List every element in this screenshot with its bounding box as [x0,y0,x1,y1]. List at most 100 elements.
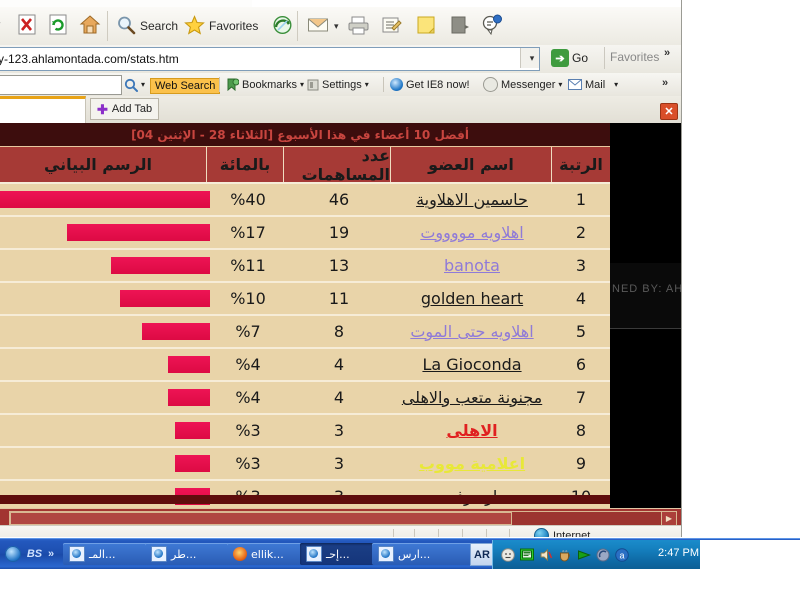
search-button-label: Search [140,19,179,33]
toolbar-search-input[interactable] [0,75,122,95]
home-icon [79,14,101,38]
member-link[interactable]: golden heart [421,289,523,308]
mail-button[interactable]: ▾ [303,11,343,41]
get-ie8-button[interactable]: Get IE8 now! [390,76,470,93]
member-link[interactable]: حاسمين الاهلاوية [416,190,528,209]
media-play-tray-icon[interactable] [576,547,591,562]
column-header-rank: الرتبة [551,147,610,182]
messenger-icon [483,77,498,92]
home-button[interactable] [75,11,105,41]
back-forward-caret[interactable]: ▾ [0,19,1,30]
searchbar-overflow-chevron[interactable]: » [662,77,668,89]
taskbar-button[interactable]: ارس... [372,543,474,565]
table-row: 5 اهلاويه حتى الموت 8 %7 [0,314,610,347]
tab-active[interactable] [0,96,86,123]
settings-label: Settings [322,78,362,91]
quicklaunch-ie-icon[interactable] [4,546,21,563]
mail-caret[interactable]: ▾ [334,21,339,32]
toolbar-sep-b [383,77,384,92]
stop-button[interactable] [14,11,41,41]
note-button[interactable] [411,11,441,41]
search-button[interactable]: Search [112,11,182,41]
cell-graph [0,415,210,446]
ie-doc-icon [306,546,322,562]
discuss-button[interactable] [477,11,508,41]
quicklaunch-bs-icon[interactable]: BS [26,546,43,563]
scrollbar-right-arrow[interactable]: ▶ [661,511,677,526]
close-tab-button[interactable]: ✕ [660,103,678,120]
cell-rank: 9 [575,454,587,473]
language-bar[interactable]: AR [470,543,494,566]
mail-menu[interactable]: Mail ▾ [568,76,618,93]
shield-tray-icon[interactable] [595,547,610,562]
go-arrow-icon: ➔ [551,49,569,67]
taskbar-button[interactable]: طر... [145,543,233,565]
web-search-tab[interactable]: Web Search [150,77,221,94]
print-button[interactable] [343,11,374,41]
messenger-label: Messenger [501,78,556,91]
member-link[interactable]: اهلاويه مووووت [420,223,523,242]
designed-by-watermark: NED BY: AH [612,283,681,295]
cell-posts: 4 [333,355,345,374]
system-tray: a 2:47 PM [492,540,708,569]
book-icon [448,15,470,38]
edit-page-button[interactable] [377,11,407,41]
taskbar-button[interactable]: ellik... [227,543,306,565]
display-tray-icon[interactable] [519,547,534,562]
member-link[interactable]: La Gioconda [422,355,521,374]
column-header-posts: عدد المساهمات [283,146,390,184]
member-link[interactable]: banota [444,256,500,275]
add-tab-button[interactable]: ✚ Add Tab [90,98,160,120]
settings-icon [307,79,319,90]
settings-menu[interactable]: Settings ▾ [307,76,369,93]
cell-graph [0,184,210,215]
cell-member-name: مجنونة متعب والاهلى [392,382,552,413]
desktop-screen: ▾ [0,0,800,600]
cell-posts: 3 [333,421,345,440]
member-link[interactable]: اهلاويه حتى الموت [410,322,533,341]
table-row: 1 حاسمين الاهلاوية 46 %40 [0,182,610,215]
addressbar-separator [604,47,605,69]
refresh-button[interactable] [45,11,72,41]
table-row: 4 golden heart 11 %10 [0,281,610,314]
address-input[interactable]: y-123.ahlamontada.com/stats.htm ▾ [0,47,540,71]
printer-icon [347,15,370,38]
ie-doc-icon [151,546,167,562]
cell-posts: 13 [328,256,350,275]
bookmarks-menu[interactable]: Bookmarks ▾ [226,76,304,93]
messenger-tray-icon[interactable] [500,547,515,562]
top-posters-table: أفضل 10 أعضاء في هذا الأسبوع [الثلاثاء 2… [0,123,610,508]
go-button[interactable]: ➔ Go [551,48,588,68]
scrollbar-thumb[interactable] [10,512,512,525]
member-link[interactable]: اعلامية مووب [419,454,525,473]
history-button[interactable] [268,11,297,41]
cell-rank: 4 [575,289,587,308]
taskbar-button[interactable]: المـ... [63,543,151,565]
search-toolbar: ▾ Web Search Bookmarks ▾ Settings ▾ Get … [0,73,681,97]
graph-bar [0,191,210,208]
coffee-tray-icon[interactable] [557,547,572,562]
column-header-percent: بالمائة [206,147,283,182]
volume-tray-icon[interactable] [538,547,553,562]
taskbar-button[interactable]: إحـ... [300,543,378,565]
address-overflow-chevron[interactable]: » [664,47,670,59]
address-bar: y-123.ahlamontada.com/stats.htm ▾ ➔ Go F… [0,45,681,74]
messenger-menu[interactable]: Messenger ▾ [483,76,562,93]
mail-caret-icon: ▾ [614,80,619,89]
avg-tray-icon[interactable]: a [614,547,629,562]
cell-member-name: الاهلى [392,415,552,446]
book-button[interactable] [444,11,474,41]
member-link[interactable]: مجنونة متعب والاهلى [402,388,542,407]
taskbar-clock[interactable]: 2:47 PM [658,547,699,559]
quicklaunch-overflow-chevron[interactable]: » [48,548,54,560]
cell-graph [0,349,210,380]
taskbar-button-label: المـ... [89,547,116,561]
watermark-band [609,263,681,329]
page-horizontal-scrollbar[interactable]: ▶ [0,508,681,526]
favorites-links-label[interactable]: Favorites [610,50,659,64]
address-dropdown-button[interactable]: ▾ [520,48,539,68]
member-link[interactable]: الاهلى [446,421,497,440]
messenger-caret-icon: ▾ [558,80,563,89]
toolbar-search-icon-button[interactable]: ▾ [124,76,145,93]
favorites-button[interactable]: Favorites [180,11,262,41]
